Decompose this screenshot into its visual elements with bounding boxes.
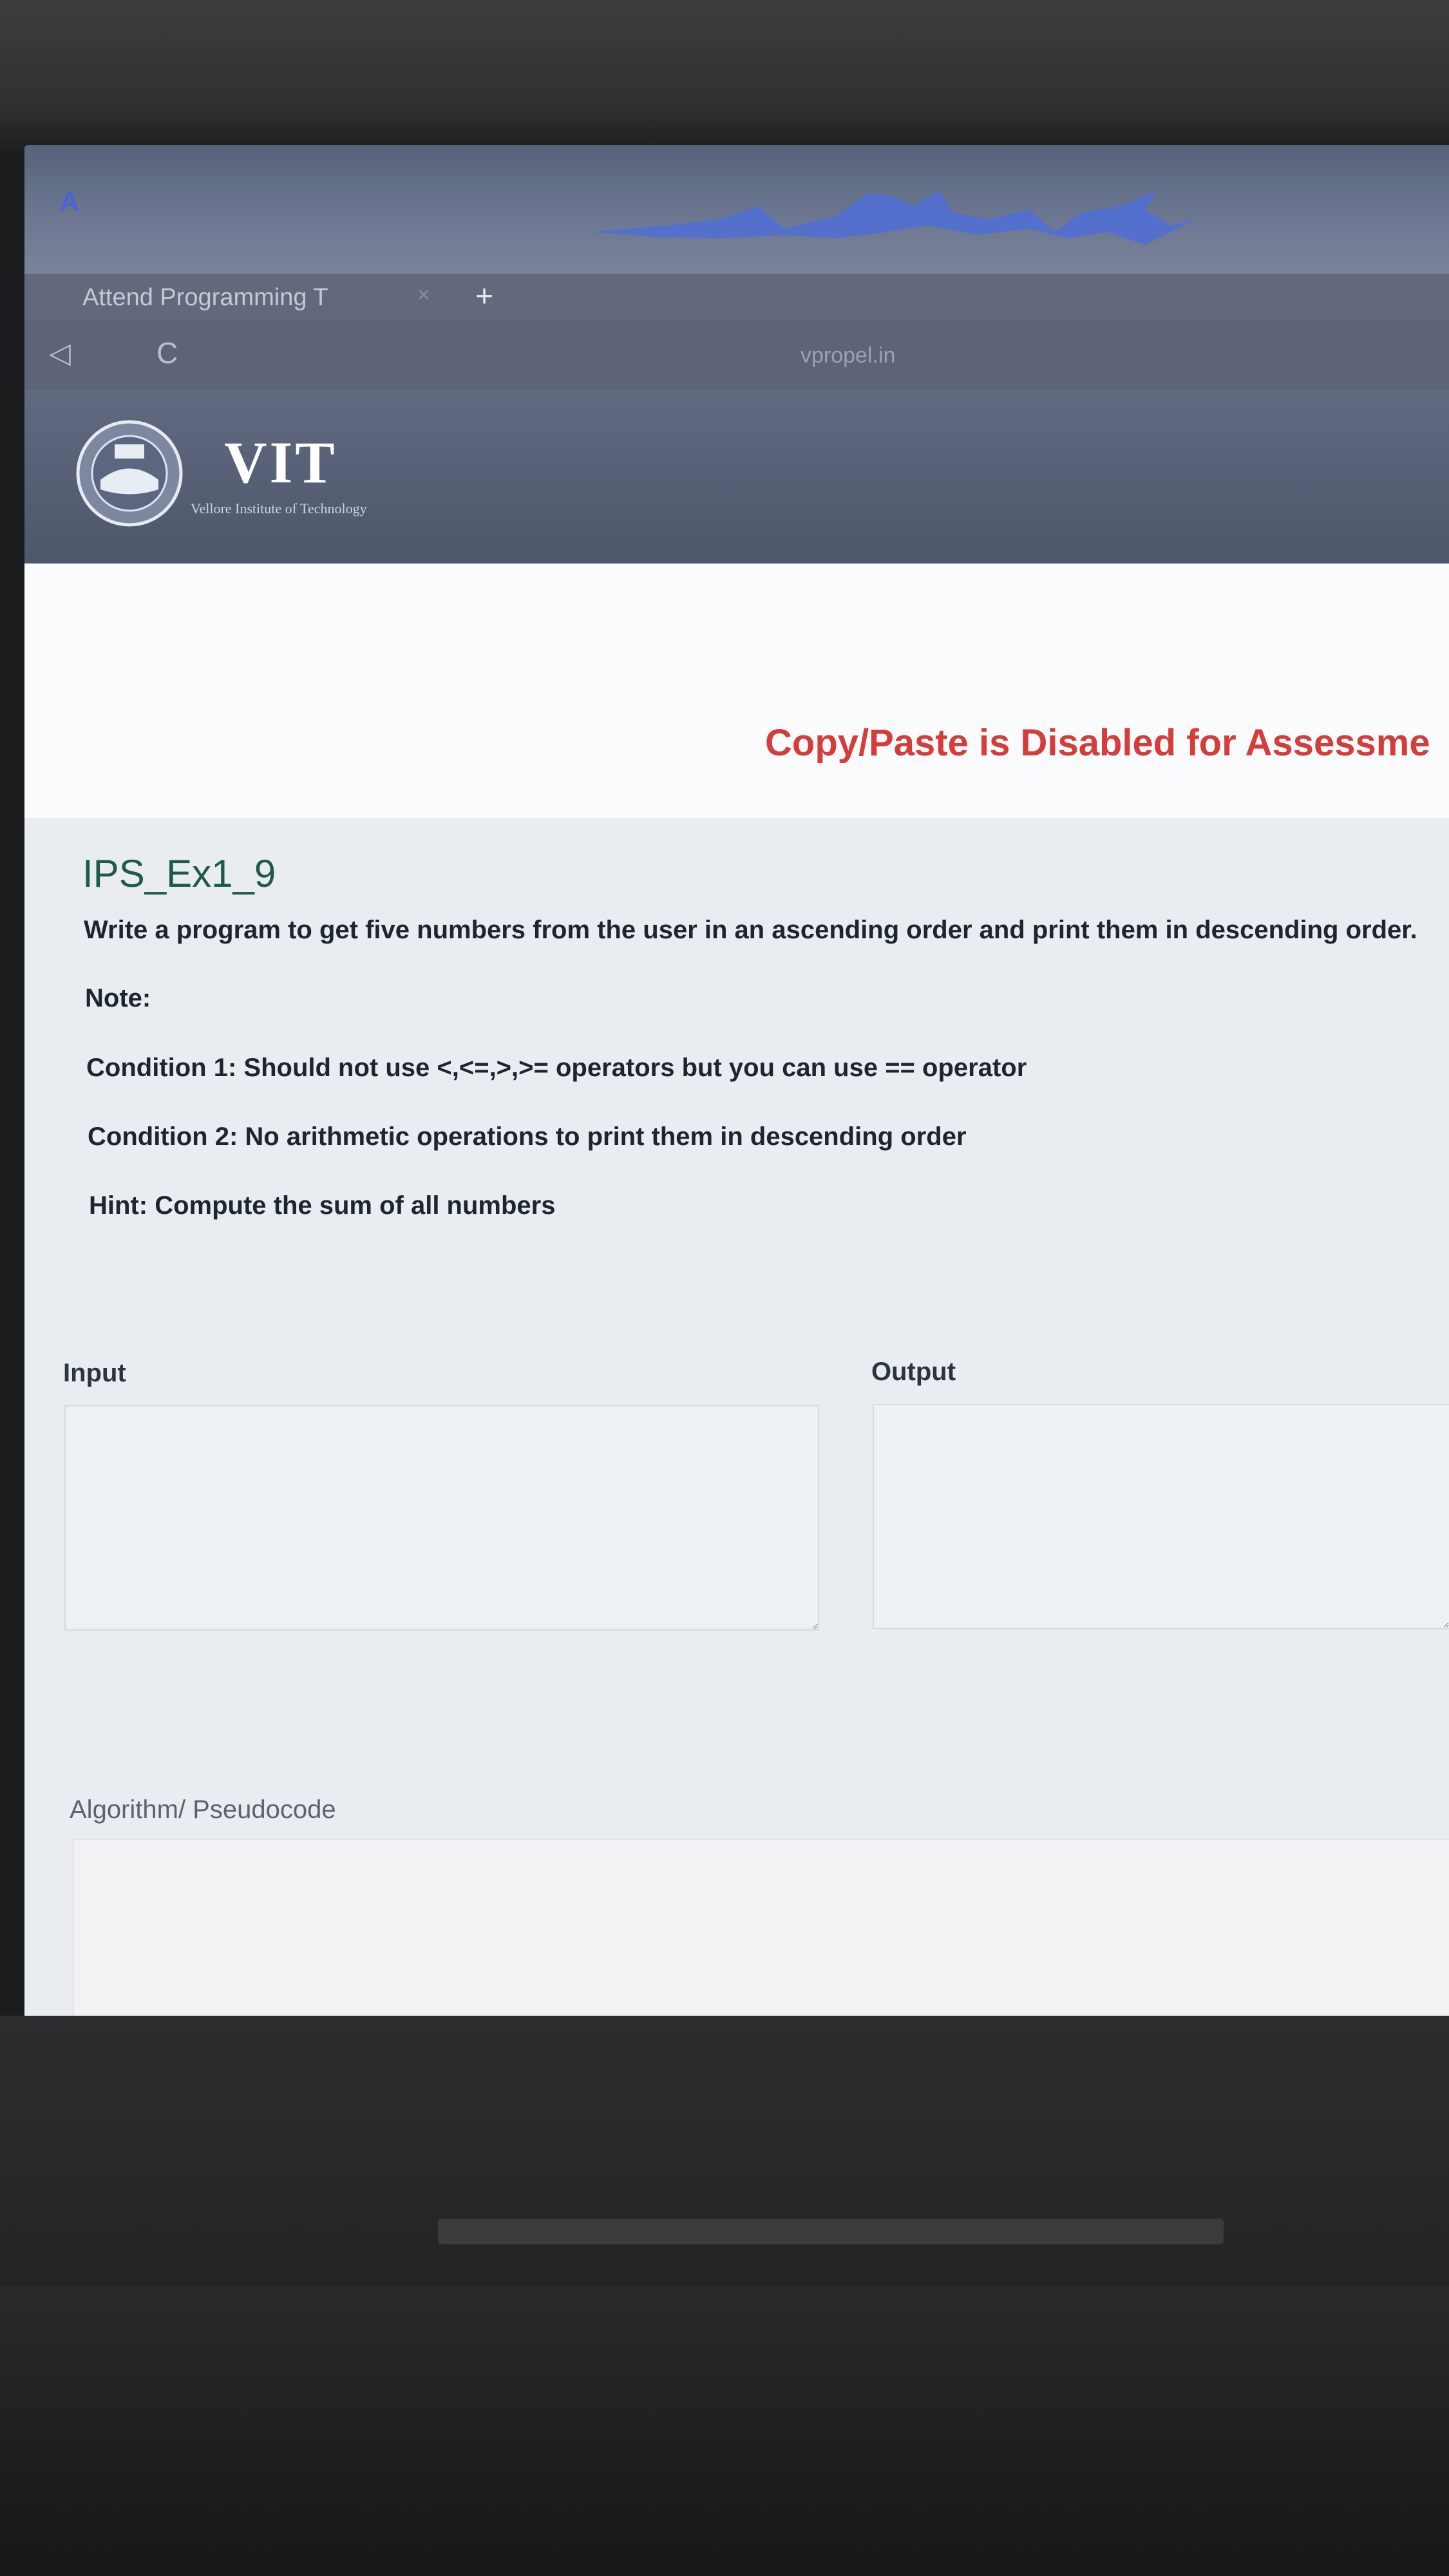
browser-tab-strip: Attend Programming T × + xyxy=(24,274,1449,319)
question-panel: IPS_Ex1_9 Write a program to get five nu… xyxy=(24,818,1449,2016)
tab-title: Attend Programming T xyxy=(82,284,328,311)
laptop-bezel-bottom xyxy=(0,2016,1449,2576)
output-textarea[interactable] xyxy=(873,1404,1449,1629)
input-textarea[interactable] xyxy=(64,1405,819,1631)
reload-icon[interactable]: C xyxy=(156,336,178,370)
os-top-bar: A xyxy=(24,145,1449,274)
new-tab-button[interactable]: + xyxy=(475,279,493,314)
vit-logo-text: VIT xyxy=(224,430,337,495)
url-bar[interactable]: vpropel.in xyxy=(800,343,895,368)
laptop-bezel-top xyxy=(0,0,1449,151)
laptop-base xyxy=(0,2286,1449,2576)
os-launcher-icon[interactable]: A xyxy=(60,188,86,215)
laptop-screen: A Attend Programming T × + ◁ C vpropel.i… xyxy=(24,145,1449,2016)
question-hint: Hint: Compute the sum of all numbers xyxy=(89,1191,556,1220)
site-header: VIT Vellore Institute of Technology xyxy=(24,390,1449,564)
algorithm-label: Algorithm/ Pseudocode xyxy=(70,1795,336,1824)
algorithm-textarea[interactable] xyxy=(73,1839,1449,2016)
close-icon[interactable]: × xyxy=(417,283,430,308)
back-icon[interactable]: ◁ xyxy=(49,337,71,370)
assessment-page: Copy/Paste is Disabled for Assessme IPS_… xyxy=(24,564,1449,2016)
wallpaper-artwork-icon xyxy=(591,190,1197,245)
question-condition-1: Condition 1: Should not use <,<=,>,>= op… xyxy=(86,1054,1027,1082)
browser-nav-bar: ◁ C vpropel.in xyxy=(24,319,1449,390)
question-title: IPS_Ex1_9 xyxy=(82,852,276,895)
copy-paste-notice: Copy/Paste is Disabled for Assessme xyxy=(765,722,1430,764)
question-statement: Write a program to get five numbers from… xyxy=(84,916,1417,944)
question-note: Note: xyxy=(85,984,151,1012)
notice-band: Copy/Paste is Disabled for Assessme xyxy=(24,564,1449,818)
output-label: Output xyxy=(871,1358,956,1386)
input-label: Input xyxy=(63,1359,126,1387)
question-condition-2: Condition 2: No arithmetic operations to… xyxy=(88,1122,967,1151)
vit-logo-subtitle: Vellore Institute of Technology xyxy=(191,500,367,516)
vit-emblem-icon xyxy=(76,420,183,527)
tab-attend-programming[interactable]: Attend Programming T × xyxy=(24,274,475,319)
laptop-hinge xyxy=(438,2219,1224,2244)
